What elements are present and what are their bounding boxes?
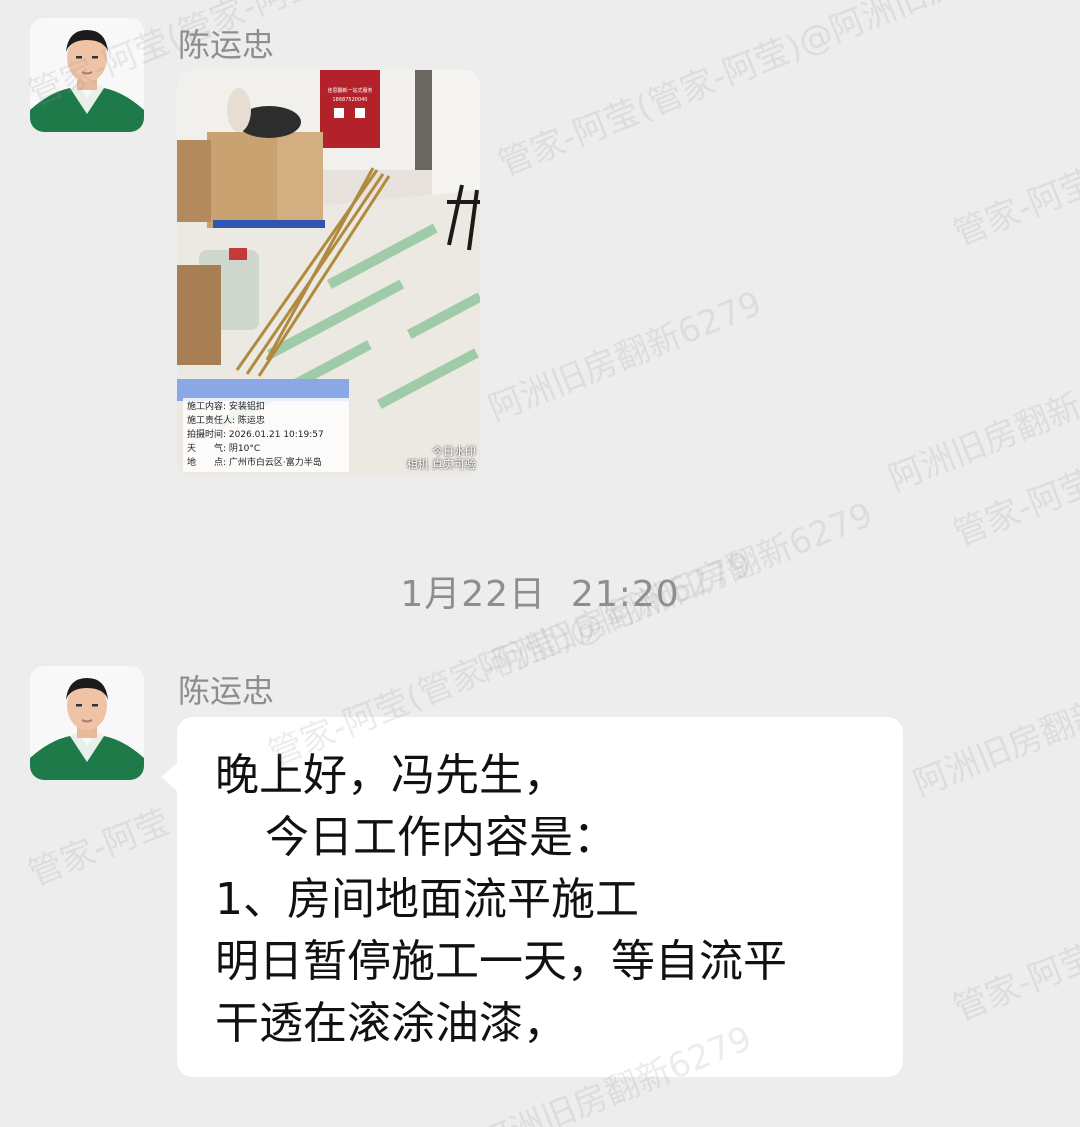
message-line: 1、房间地面流平施工 xyxy=(215,874,639,925)
caption-label: 拍摄时间: xyxy=(187,430,227,440)
watermark-text: 阿洲旧房翻新6279 xyxy=(882,353,1080,500)
message-line: 干透在滚涂油漆， xyxy=(215,998,567,1049)
chat-timestamp: 1月22日 21:20 xyxy=(0,565,1080,617)
caption-value: 2026.01.21 10:19:57 xyxy=(228,430,324,440)
sign-phone: 18687520040 xyxy=(333,97,368,103)
sign-text: 佳思翻新一站式服务 xyxy=(327,87,372,94)
stamp-title: 今日水印 xyxy=(432,445,476,458)
watermark-text: 管家-阿莹(管家-阿莹)@阿洲旧房翻新6279 xyxy=(492,0,1080,185)
watermark-text: 阿洲旧房翻新6279 xyxy=(482,283,768,430)
message-line: 今日工作内容是： xyxy=(265,812,617,863)
avatar-photo-icon xyxy=(30,18,144,132)
timestamp-date: 1月22日 xyxy=(400,574,547,615)
caption-value: 陈运忠 xyxy=(237,416,265,426)
sender-name: 陈运忠 xyxy=(178,26,275,64)
avatar-photo-icon xyxy=(30,666,144,780)
photo-caption: 施工内容: 安装铝扣 施工责任人: 陈运忠 拍摄时间: 2026.01.21 1… xyxy=(183,398,349,472)
caption-value: 安装铝扣 xyxy=(228,402,265,412)
avatar[interactable] xyxy=(30,18,144,132)
caption-label: 地 点: xyxy=(187,458,227,468)
watermark-stamp: 今日水印 相机 真实可验 xyxy=(407,445,477,471)
caption-value: 阴10°C xyxy=(228,444,261,454)
watermark-text: 阿洲旧房翻新62 xyxy=(907,674,1080,805)
message-photo[interactable]: 佳思翻新一站式服务 18687520040 施工内容: 安装铝扣 施工责任人: … xyxy=(177,70,480,475)
sender-name: 陈运忠 xyxy=(178,672,275,710)
chat-window: 陈运忠 佳思翻新一站式服务 18687520040 施工内容: 安装铝扣 施工责… xyxy=(0,0,1080,1127)
watermark-text: 管家-阿莹 xyxy=(22,801,176,895)
message-line: 晚上好，冯先生， xyxy=(215,750,567,801)
stamp-subtitle: 相机 真实可验 xyxy=(406,458,477,471)
caption-label: 施工责任人: xyxy=(187,416,236,426)
caption-value: 广州市白云区·富力半岛 xyxy=(228,458,322,468)
watermark-text: 管家-阿莹 xyxy=(947,936,1080,1030)
text-bubble[interactable]: 晚上好，冯先生， 今日工作内容是： 1、房间地面流平施工 明日暂停施工一天，等自… xyxy=(161,717,903,1077)
caption-label: 天 气: xyxy=(187,444,227,454)
message-line: 明日暂停施工一天，等自流平 xyxy=(215,936,787,987)
watermark-text: 管家-阿莹 xyxy=(947,161,1080,255)
caption-label: 施工内容: xyxy=(187,402,227,412)
watermark-text: 管家-阿莹 xyxy=(947,461,1080,555)
timestamp-time: 21:20 xyxy=(570,574,680,615)
avatar[interactable] xyxy=(30,666,144,780)
